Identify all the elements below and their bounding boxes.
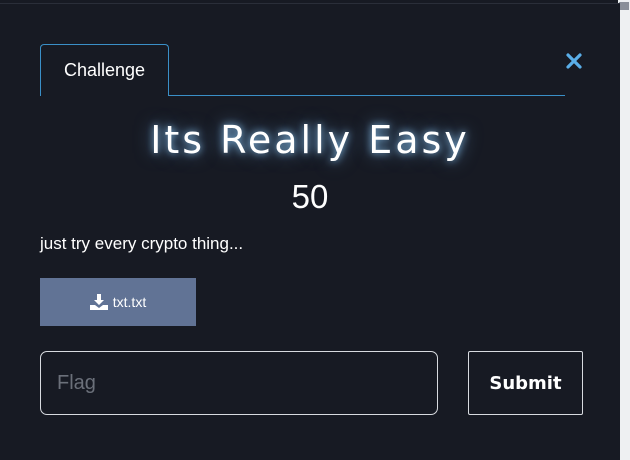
- submit-button[interactable]: Submit: [468, 351, 583, 415]
- tab-challenge[interactable]: Challenge: [40, 44, 169, 96]
- challenge-modal: Challenge Its Really Easy 50 just try ev…: [0, 3, 620, 460]
- tab-bar: Challenge: [40, 44, 565, 96]
- download-file-button[interactable]: txt.txt: [40, 278, 196, 326]
- challenge-title: Its Really Easy: [150, 118, 470, 162]
- flag-input[interactable]: [40, 351, 438, 415]
- tab-challenge-label: Challenge: [63, 60, 146, 80]
- challenge-points: 50: [291, 178, 329, 215]
- challenge-description: just try every crypto thing...: [40, 234, 244, 253]
- download-file-label: txt.txt: [112, 294, 147, 310]
- download-icon: [89, 294, 108, 310]
- close-icon[interactable]: [563, 50, 585, 72]
- backdrop-indicator: [619, 2, 629, 10]
